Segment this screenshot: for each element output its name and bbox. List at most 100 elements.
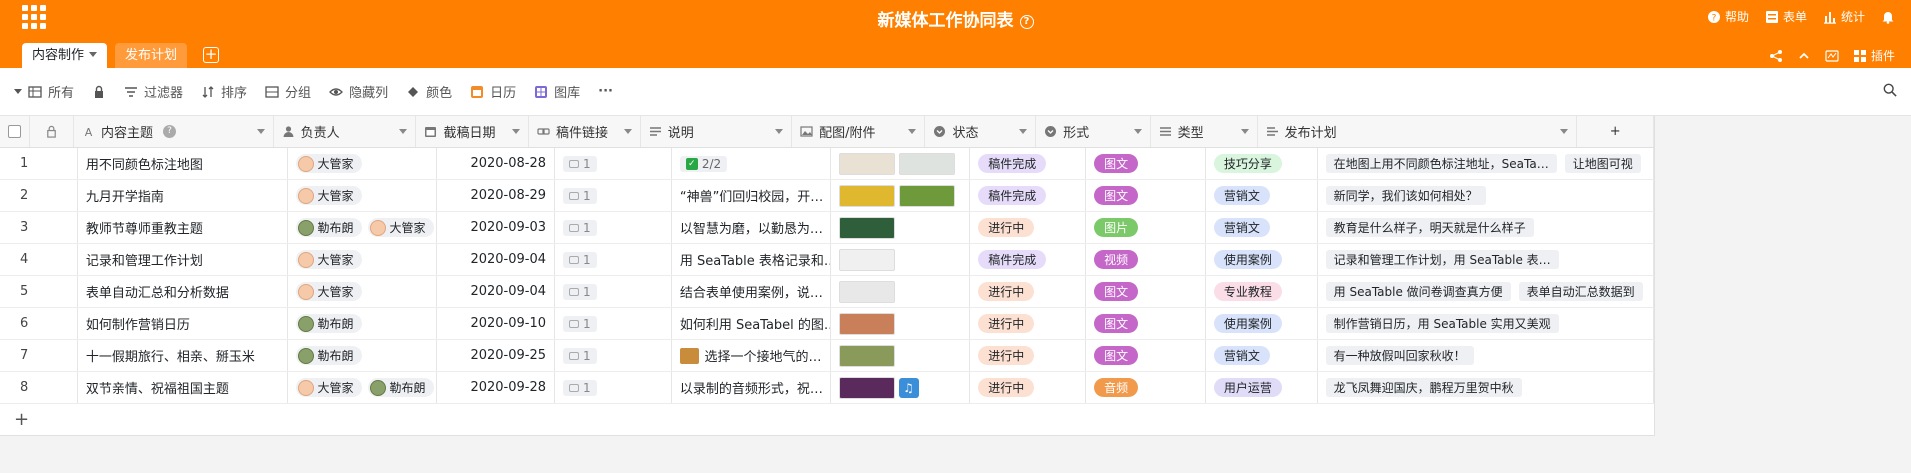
- cell-owner[interactable]: 大管家: [288, 180, 438, 211]
- api-button[interactable]: [1825, 49, 1839, 63]
- cell-owner[interactable]: 大管家: [288, 148, 438, 179]
- table-row[interactable]: 8 双节亲情、祝福祖国主题 大管家 勒布朗 2020-09-28 1 以录制的音频形式，祝……: [0, 372, 1654, 404]
- cell-form[interactable]: 视频: [1086, 244, 1206, 275]
- app-menu-icon[interactable]: [22, 5, 46, 29]
- cell-date[interactable]: 2020-09-25: [437, 340, 556, 371]
- cell-type[interactable]: 使用案例: [1206, 308, 1318, 339]
- cell-date[interactable]: 2020-08-28: [437, 148, 556, 179]
- cell-attachments[interactable]: [831, 180, 971, 211]
- column-header-date[interactable]: 截稿日期: [416, 116, 530, 147]
- chevron-down-icon[interactable]: [1560, 129, 1569, 134]
- cell-publish-plan[interactable]: 有一种放假叫回家秋收！: [1318, 340, 1654, 371]
- cell-attachments[interactable]: [831, 340, 971, 371]
- chevron-down-icon[interactable]: [1019, 129, 1028, 134]
- cell-owner[interactable]: 勒布朗: [288, 340, 438, 371]
- cell-publish-plan[interactable]: 在地图上用不同颜色标注地址，SeaTa… 让地图可视: [1318, 148, 1654, 179]
- cell-owner[interactable]: 大管家: [288, 244, 438, 275]
- tab-2[interactable]: 发布计划: [115, 43, 188, 68]
- cell-link[interactable]: 1: [555, 180, 672, 211]
- cell-topic[interactable]: 双节亲情、祝福祖国主题: [78, 372, 288, 403]
- cell-topic[interactable]: 记录和管理工作计划: [78, 244, 288, 275]
- chevron-down-icon[interactable]: [512, 129, 521, 134]
- cell-attachments[interactable]: [831, 308, 971, 339]
- form-button[interactable]: 表单: [1765, 8, 1807, 25]
- table-row[interactable]: 5 表单自动汇总和分析数据 大管家 2020-09-04 1 结合表单使用案例，说… 进行中…: [0, 276, 1654, 308]
- column-header-form[interactable]: 形式: [1036, 116, 1151, 147]
- sort-button[interactable]: 排序: [201, 82, 247, 101]
- add-table-button[interactable]: +: [203, 47, 220, 63]
- cell-description[interactable]: 如何利用 SeaTabel 的图…: [672, 308, 831, 339]
- cell-form[interactable]: 图片: [1086, 212, 1206, 243]
- cell-publish-plan[interactable]: 用 SeaTable 做问卷调查真方便 表单自动汇总数据到: [1318, 276, 1654, 307]
- cell-type[interactable]: 营销文: [1206, 212, 1318, 243]
- cell-description[interactable]: 选择一个接地气的…: [672, 340, 831, 371]
- cell-date[interactable]: 2020-09-04: [437, 244, 556, 275]
- cell-link[interactable]: 1: [555, 340, 672, 371]
- table-row[interactable]: 4 记录和管理工作计划 大管家 2020-09-04 1 用 SeaTable 表格记录和…: [0, 244, 1654, 276]
- share-button[interactable]: [1769, 49, 1783, 63]
- attachment-thumbnail[interactable]: [838, 184, 895, 207]
- view-selector[interactable]: 所有: [14, 82, 74, 101]
- cell-description[interactable]: “神兽”们回归校园，开…: [672, 180, 831, 211]
- column-header-topic[interactable]: A 内容主题?: [74, 116, 274, 147]
- add-row-button[interactable]: +: [0, 404, 1654, 436]
- cell-form[interactable]: 图文: [1086, 276, 1206, 307]
- cell-type[interactable]: 营销文: [1206, 340, 1318, 371]
- cell-topic[interactable]: 如何制作营销日历: [78, 308, 288, 339]
- cell-description[interactable]: 以智慧为磨，以勤恳为…: [672, 212, 831, 243]
- table-row[interactable]: 7 十一假期旅行、相亲、掰玉米 勒布朗 2020-09-25 1 选择一个接地气的… 进行中…: [0, 340, 1654, 372]
- cell-link[interactable]: 1: [555, 212, 672, 243]
- chevron-down-icon[interactable]: [1133, 129, 1142, 134]
- cell-date[interactable]: 2020-09-28: [437, 372, 556, 403]
- cell-attachments[interactable]: [831, 244, 971, 275]
- cell-link[interactable]: 1: [555, 276, 672, 307]
- cell-status[interactable]: 进行中: [970, 276, 1087, 307]
- plugin-button[interactable]: 插件: [1853, 47, 1895, 64]
- cell-date[interactable]: 2020-09-10: [437, 308, 556, 339]
- cell-description[interactable]: 结合表单使用案例，说…: [672, 276, 831, 307]
- column-header-desc[interactable]: 说明: [641, 116, 793, 147]
- attachment-thumbnail[interactable]: [838, 344, 895, 367]
- gallery-plugin-button[interactable]: 图库: [534, 82, 580, 101]
- lock-view-button[interactable]: [92, 85, 106, 99]
- calendar-plugin-button[interactable]: 日历: [470, 82, 516, 101]
- cell-attachments[interactable]: [831, 148, 971, 179]
- cell-attachments[interactable]: [831, 212, 971, 243]
- cell-publish-plan[interactable]: 龙飞凤舞迎国庆，鹏程万里贺中秋: [1318, 372, 1654, 403]
- more-button[interactable]: ···: [598, 84, 613, 99]
- tab-1[interactable]: 内容制作: [22, 43, 108, 68]
- cell-type[interactable]: 营销文: [1206, 180, 1318, 211]
- filter-button[interactable]: 过滤器: [124, 82, 183, 101]
- cell-form[interactable]: 图文: [1086, 148, 1206, 179]
- cell-status[interactable]: 进行中: [970, 212, 1087, 243]
- attachment-thumbnail[interactable]: [838, 152, 895, 175]
- cell-topic[interactable]: 教师节尊师重教主题: [78, 212, 288, 243]
- cell-date[interactable]: 2020-09-03: [437, 212, 556, 243]
- bell-button[interactable]: [1881, 10, 1895, 24]
- column-header-owner[interactable]: 负责人: [274, 116, 417, 147]
- cell-publish-plan[interactable]: 制作营销日历，用 SeaTable 实用又美观: [1318, 308, 1654, 339]
- chevron-down-icon[interactable]: [1240, 129, 1249, 134]
- cell-status[interactable]: 进行中: [970, 340, 1087, 371]
- chevron-down-icon[interactable]: [399, 129, 408, 134]
- cell-topic[interactable]: 用不同颜色标注地图: [78, 148, 288, 179]
- audio-file-icon[interactable]: ♫: [898, 377, 919, 398]
- cell-description[interactable]: ✓ 2/2: [672, 148, 831, 179]
- cell-form[interactable]: 音频: [1086, 372, 1206, 403]
- cell-type[interactable]: 用户运营: [1206, 372, 1318, 403]
- cell-link[interactable]: 1: [555, 308, 672, 339]
- chevron-down-icon[interactable]: [89, 52, 98, 57]
- cell-attachments[interactable]: ♫: [831, 372, 971, 403]
- cell-status[interactable]: 进行中: [970, 372, 1087, 403]
- attachment-thumbnail[interactable]: [838, 216, 895, 239]
- cell-attachments[interactable]: [831, 276, 971, 307]
- cell-type[interactable]: 技巧分享: [1206, 148, 1318, 179]
- column-header-status[interactable]: 状态: [925, 116, 1037, 147]
- cell-owner[interactable]: 勒布朗 大管家: [288, 212, 438, 243]
- group-button[interactable]: 分组: [265, 82, 311, 101]
- cell-form[interactable]: 图文: [1086, 308, 1206, 339]
- cell-description[interactable]: 用 SeaTable 表格记录和…: [672, 244, 831, 275]
- cell-link[interactable]: 1: [555, 244, 672, 275]
- chevron-down-icon[interactable]: [256, 129, 265, 134]
- attachment-thumbnail[interactable]: [898, 184, 955, 207]
